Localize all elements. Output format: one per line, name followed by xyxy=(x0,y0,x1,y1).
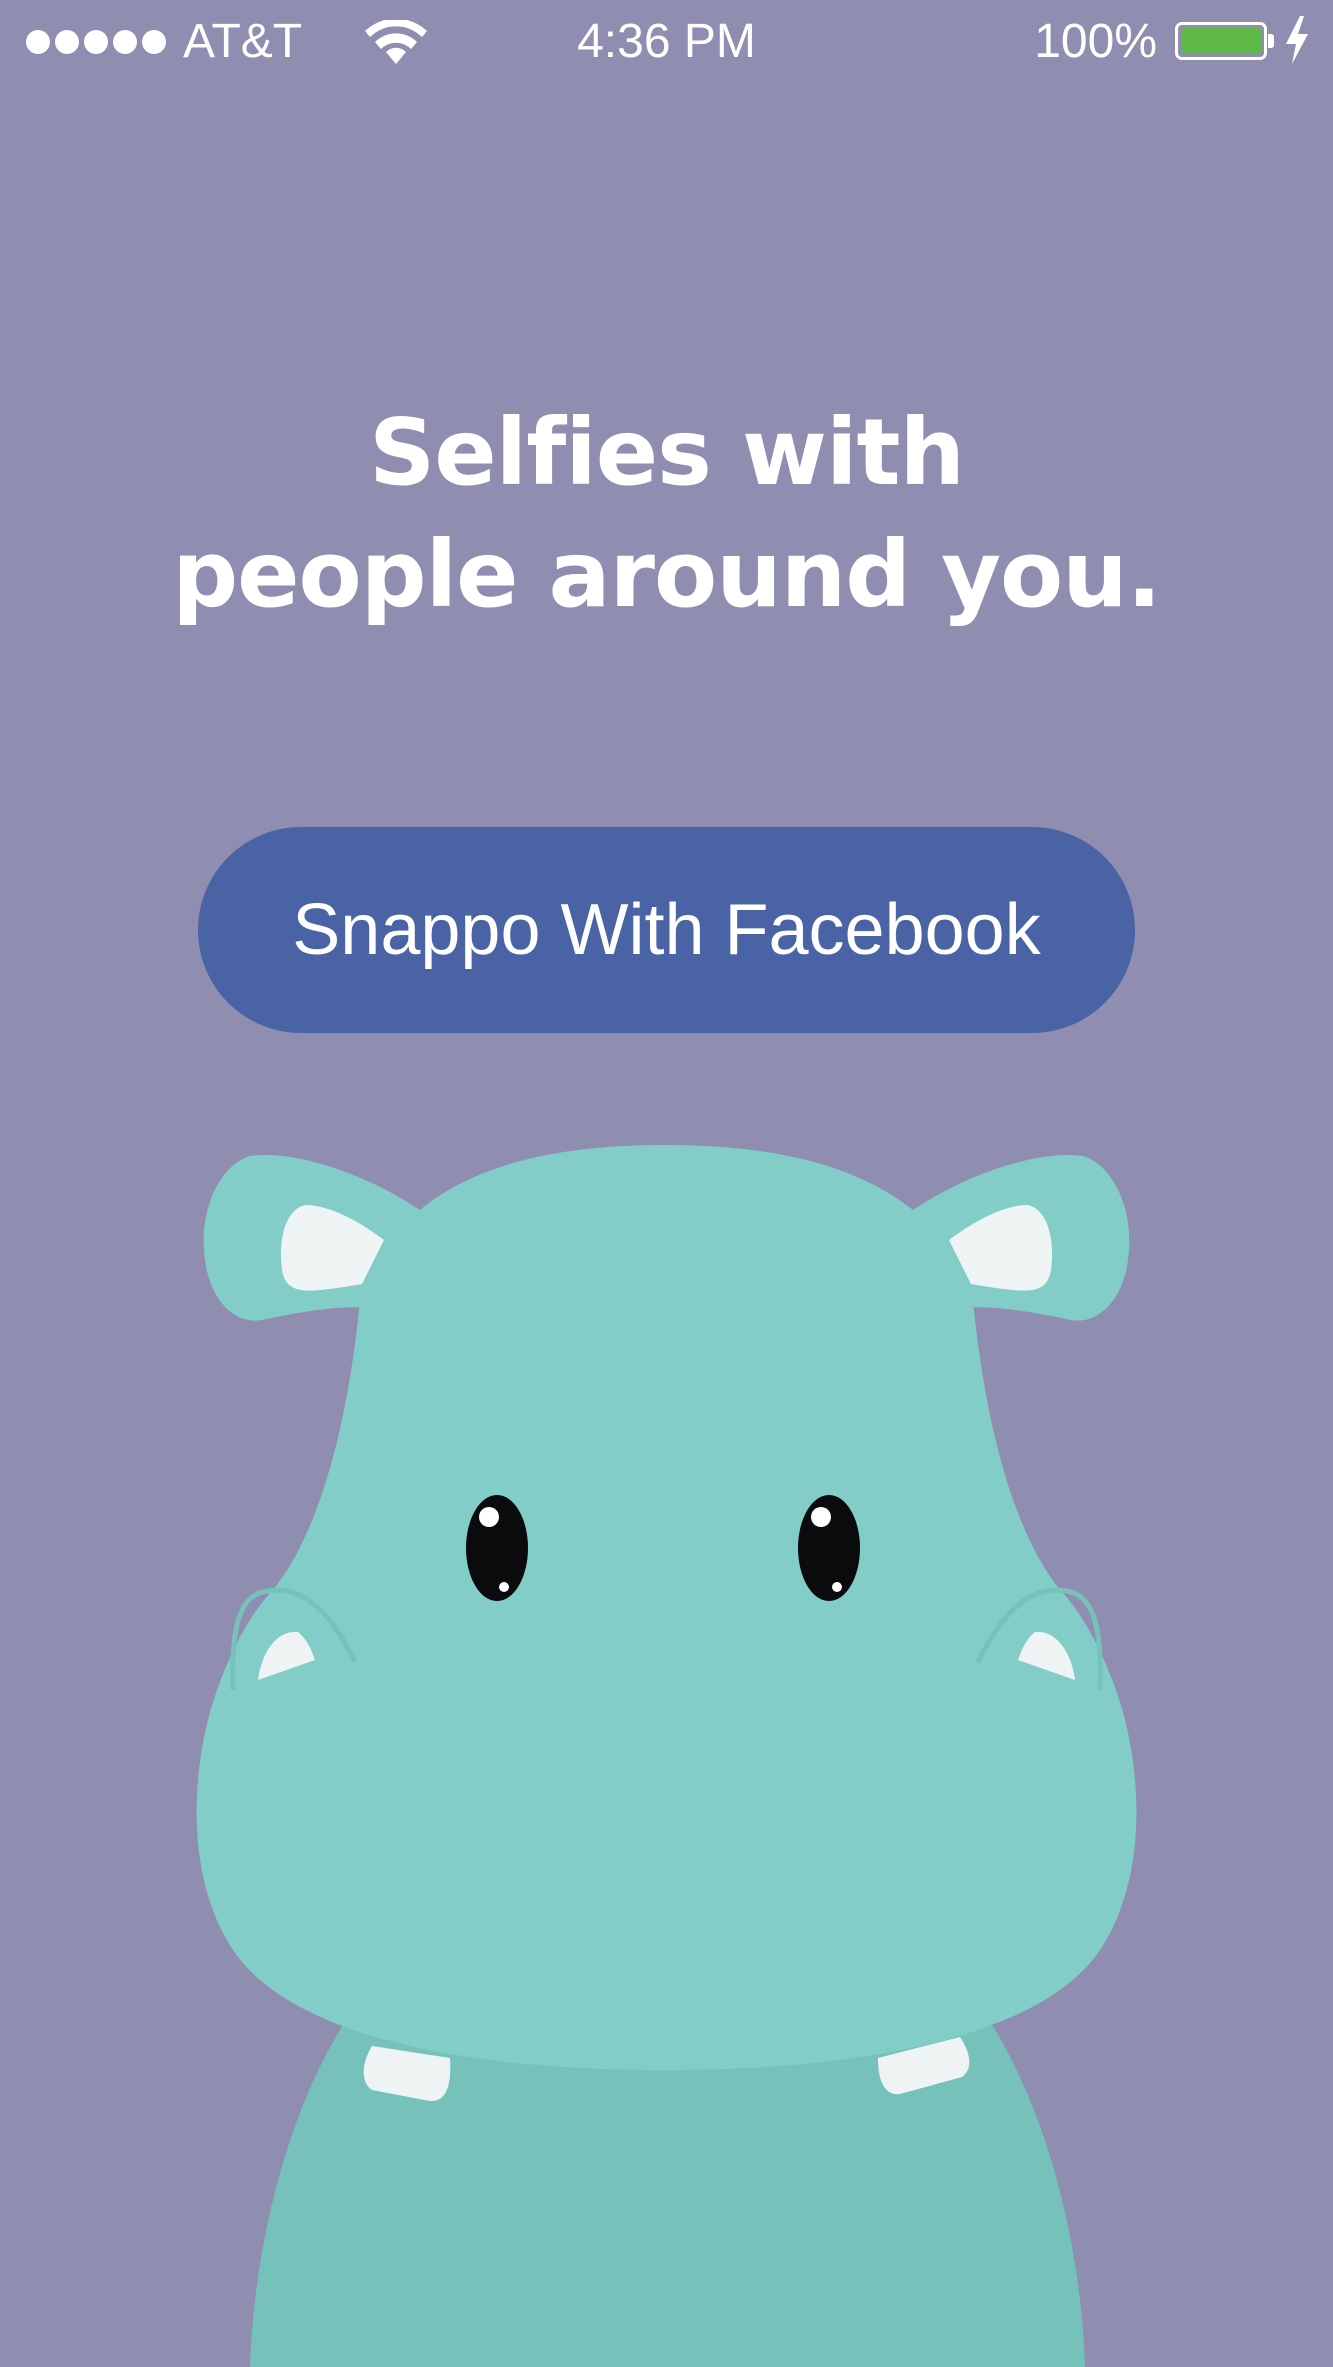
hippo-right-eye xyxy=(798,1495,860,1601)
page-title: Selfies with people around you. xyxy=(0,392,1333,636)
headline-line-2: people around you. xyxy=(172,521,1161,628)
battery-icon xyxy=(1175,22,1267,60)
headline-line-1: Selfies with xyxy=(369,399,965,506)
battery-nub xyxy=(1268,34,1274,48)
battery-percent: 100% xyxy=(1034,15,1157,68)
hippo-left-eye xyxy=(466,1495,528,1601)
charging-bolt-icon xyxy=(1286,16,1308,64)
status-bar: AT&T 4:36 PM 100% xyxy=(0,0,1333,85)
onboarding-screen: AT&T 4:36 PM 100% Selfies with people ar… xyxy=(0,0,1333,2367)
battery-fill xyxy=(1181,28,1261,54)
facebook-login-button[interactable]: Snappo With Facebook xyxy=(198,827,1135,1033)
hippo-mascot-illustration xyxy=(196,1145,1137,2367)
